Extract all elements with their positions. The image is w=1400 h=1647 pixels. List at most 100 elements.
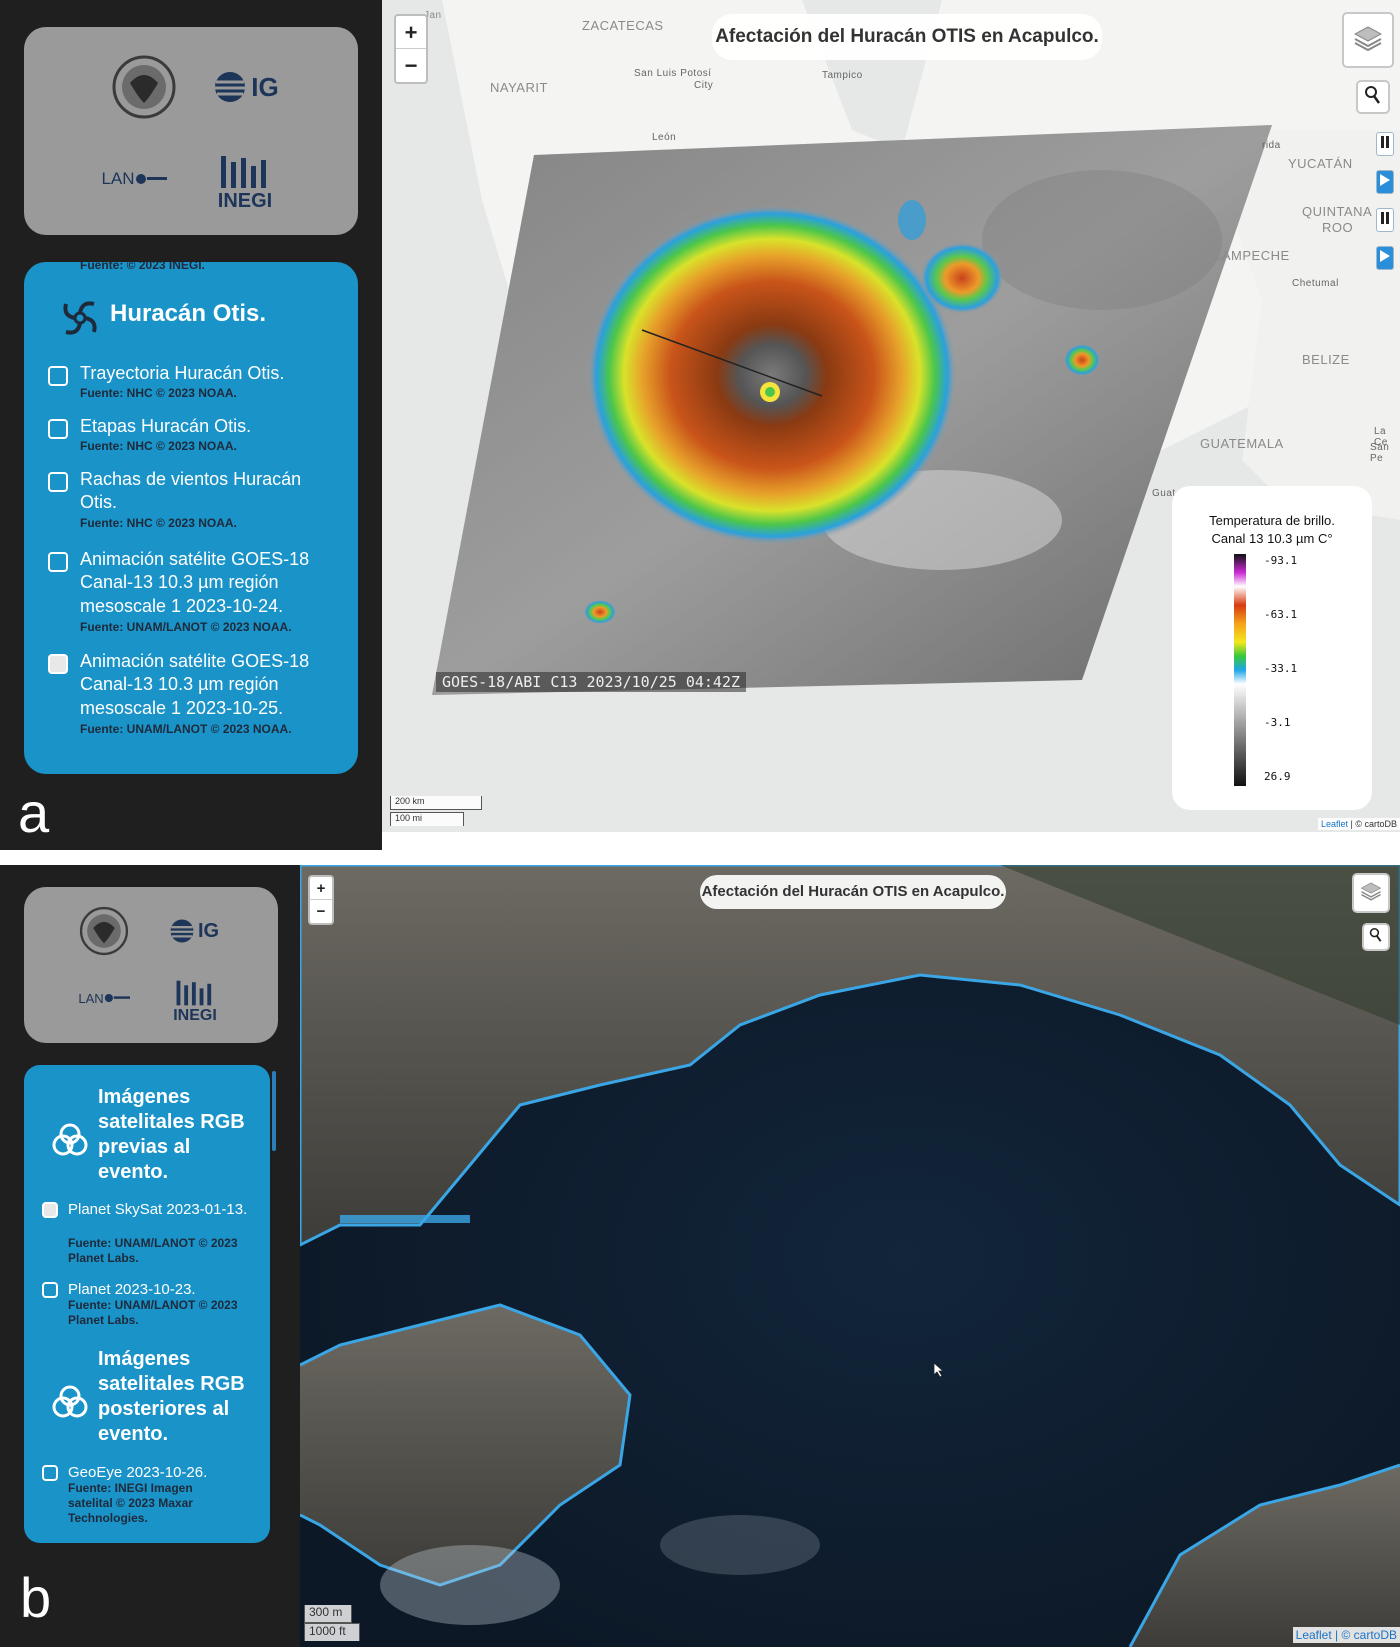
- play-icon: [1380, 173, 1390, 191]
- layer-checkbox[interactable]: [42, 1465, 58, 1481]
- legend-title-line1: Temperatura de brillo.: [1209, 513, 1335, 528]
- logo-card: IG LAN INEGI: [24, 27, 358, 235]
- rgb-icon: [52, 1385, 88, 1424]
- panel-b: IG LAN INEGI Imágenes satelitales RGB pr…: [0, 865, 1400, 1647]
- attribution-text: | © cartoDB: [1335, 1628, 1397, 1642]
- place-label: City: [694, 80, 714, 91]
- place-label: San Pe: [1370, 442, 1390, 464]
- pause-icon: [1381, 211, 1389, 229]
- scale-bar-km: 200 km: [390, 796, 482, 810]
- legend-tick: -33.1: [1264, 662, 1298, 675]
- sidebar: IG LAN INEGI Fuente: © 2023 INEGI. Hurac…: [0, 0, 382, 850]
- layer-label: Planet SkySat 2023-01-13.: [68, 1201, 248, 1218]
- layers-control-button[interactable]: [1352, 873, 1390, 913]
- zoom-in-button[interactable]: +: [310, 877, 332, 900]
- place-label: ROO: [1322, 220, 1354, 235]
- place-label: San Luis Potosí: [634, 68, 712, 79]
- zoom-out-button[interactable]: −: [396, 49, 426, 82]
- rgb-icon: [52, 1123, 88, 1162]
- layer-item-trayectoria[interactable]: Trayectoria Huracán Otis. Fuente: NHC © …: [48, 362, 348, 412]
- play-button[interactable]: [1376, 170, 1394, 194]
- sidebar: IG LAN INEGI Imágenes satelitales RGB pr…: [0, 865, 300, 1647]
- layer-label: Animación satélite GOES-18 Canal-13 10.3…: [80, 651, 310, 718]
- layer-panel: Imágenes satelitales RGB previas al even…: [24, 1065, 270, 1543]
- search-button[interactable]: [1362, 923, 1390, 951]
- place-label: rida: [1262, 140, 1281, 151]
- search-icon: [1364, 85, 1382, 110]
- layer-item-planet[interactable]: Planet 2023-10-23. Fuente: UNAM/LANOT © …: [42, 1280, 262, 1334]
- layer-source: Fuente: UNAM/LANOT © 2023 NOAA.: [80, 722, 292, 736]
- layer-source: Fuente: INEGI Imagen satelital © 2023 Ma…: [68, 1481, 193, 1525]
- sidebar-scrollbar[interactable]: [272, 1071, 276, 1151]
- pause-button[interactable]: [1376, 208, 1394, 232]
- layer-checkbox[interactable]: [48, 472, 68, 492]
- panel-letter: b: [20, 1566, 52, 1629]
- inegi-logo-text: INEGI: [217, 189, 273, 212]
- layer-source: Fuente: NHC © 2023 NOAA.: [80, 516, 237, 530]
- layer-item-rachas[interactable]: Rachas de vientos Huracán Otis. Fuente: …: [48, 468, 348, 538]
- satellite-imagery: [300, 865, 1400, 1647]
- panel-letter: a: [18, 781, 50, 844]
- inegi-logo: INEGI: [160, 973, 230, 1031]
- play-icon: [1380, 249, 1390, 267]
- layer-item-goes-1024[interactable]: Animación satélite GOES-18 Canal-13 10.3…: [48, 548, 348, 644]
- place-label: QUINTANA: [1302, 204, 1373, 219]
- layer-source: Fuente: UNAM/LANOT © 2023 Planet Labs.: [68, 1298, 238, 1327]
- zoom-out-button[interactable]: −: [310, 900, 332, 923]
- legend-colorbar: [1234, 554, 1246, 786]
- layer-checkbox[interactable]: [42, 1282, 58, 1298]
- layer-label: Trayectoria Huracán Otis.: [80, 363, 285, 383]
- search-icon: [1369, 927, 1383, 948]
- map-attribution: Leaflet | © cartoDB: [1292, 1627, 1400, 1643]
- map-view[interactable]: + − Afectación del Huracán OTIS en Acapu…: [300, 865, 1400, 1647]
- section-title: Huracán Otis.: [110, 300, 267, 327]
- leaflet-link[interactable]: Leaflet: [1321, 819, 1348, 829]
- unam-logo: [64, 901, 144, 961]
- layer-checkbox-checked[interactable]: [42, 1202, 58, 1218]
- map-attribution: Leaflet | © cartoDB: [1317, 818, 1400, 830]
- place-label: Tampico: [822, 70, 863, 81]
- layer-checkbox[interactable]: [48, 366, 68, 386]
- legend-tick: -63.1: [1264, 608, 1298, 621]
- layer-item-geoeye[interactable]: GeoEye 2023-10-26. Fuente: INEGI Imagen …: [42, 1463, 262, 1543]
- layer-source: Fuente: NHC © 2023 NOAA.: [80, 386, 237, 400]
- pause-button[interactable]: [1376, 132, 1394, 156]
- legend-tick: -3.1: [1264, 716, 1291, 729]
- place-label: Chetumal: [1292, 278, 1339, 289]
- layer-item-goes-1025[interactable]: Animación satélite GOES-18 Canal-13 10.3…: [48, 650, 348, 746]
- satellite-timestamp: GOES-18/ABI C13 2023/10/25 04:42Z: [436, 672, 747, 692]
- layer-checkbox[interactable]: [48, 419, 68, 439]
- panel-a: IG LAN INEGI Fuente: © 2023 INEGI. Hurac…: [0, 0, 1400, 850]
- unam-logo: [84, 47, 204, 127]
- place-label: CAMPECHE: [1212, 248, 1290, 263]
- layer-source: Fuente: NHC © 2023 NOAA.: [80, 439, 237, 453]
- place-label: GUATEMALA: [1200, 436, 1284, 451]
- ig-logo: IG: [196, 57, 296, 117]
- cut-source-text: Fuente: © 2023 INEGI.: [80, 262, 205, 272]
- legend-title-line2: Canal 13 10.3 µm C°: [1211, 531, 1333, 546]
- layers-icon: [1353, 25, 1383, 56]
- search-button[interactable]: [1356, 80, 1390, 114]
- section-title-posteriores: Imágenes satelitales RGB posteriores al …: [98, 1348, 245, 1445]
- layer-checkbox-checked[interactable]: [48, 654, 68, 674]
- ig-logo-text: IG: [251, 71, 279, 102]
- play-button[interactable]: [1376, 246, 1394, 270]
- logo-card: IG LAN INEGI: [24, 887, 278, 1043]
- layer-checkbox[interactable]: [48, 552, 68, 572]
- section-title-previas: Imágenes satelitales RGB previas al even…: [98, 1086, 245, 1183]
- layer-label: Etapas Huracán Otis.: [80, 416, 252, 436]
- hurricane-icon: [60, 298, 100, 343]
- ig-logo: IG: [156, 909, 232, 953]
- layer-item-etapas[interactable]: Etapas Huracán Otis. Fuente: NHC © 2023 …: [48, 415, 348, 465]
- layer-item-skysat[interactable]: Planet SkySat 2023-01-13. Fuente: UNAM/L…: [42, 1200, 262, 1270]
- layer-label: GeoEye 2023-10-26.: [68, 1464, 208, 1481]
- mouse-cursor-icon: [933, 1362, 945, 1382]
- layer-panel: Fuente: © 2023 INEGI. Huracán Otis. Tray…: [24, 262, 358, 774]
- zoom-in-button[interactable]: +: [396, 16, 426, 49]
- map-title: Afectación del Huracán OTIS en Acapulco.: [712, 14, 1102, 60]
- map-view[interactable]: ZACATECAS Jan NAYARIT San Luis Potosí Ci…: [382, 0, 1400, 832]
- layers-control-button[interactable]: [1342, 12, 1394, 68]
- place-label: YUCATÁN: [1288, 156, 1353, 171]
- leaflet-link[interactable]: Leaflet: [1296, 1628, 1332, 1642]
- pause-icon: [1381, 135, 1389, 153]
